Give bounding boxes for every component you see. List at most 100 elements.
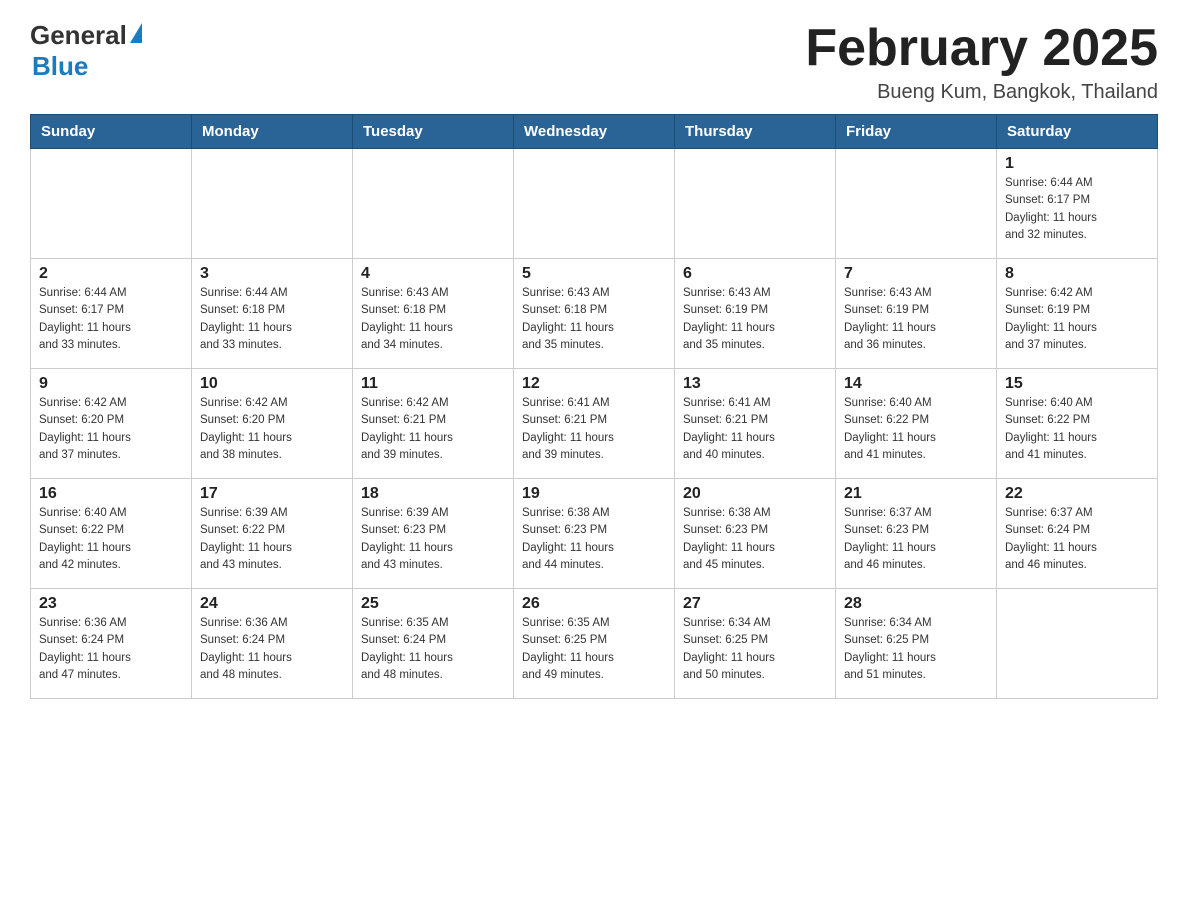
calendar-cell xyxy=(514,149,675,259)
day-number: 25 xyxy=(361,595,505,613)
day-number: 17 xyxy=(200,485,344,503)
calendar-cell: 21 Sunrise: 6:37 AM Sunset: 6:23 PM Dayli… xyxy=(836,479,997,589)
week-row-4: 16Sunrise: 6:40 AM Sunset: 6:22 PM Dayli… xyxy=(31,479,1158,589)
calendar-cell: 3 Sunrise: 6:44 AM Sunset: 6:18 PM Daylig… xyxy=(192,259,353,369)
calendar-cell: 7Sunrise: 6:43 AM Sunset: 6:19 PM Daylig… xyxy=(836,259,997,369)
calendar-cell: 9Sunrise: 6:42 AM Sunset: 6:20 PM Daylig… xyxy=(31,369,192,479)
main-title: February 2025 xyxy=(805,20,1158,77)
day-info: Sunrise: 6:40 AM Sunset: 6:22 PM Dayligh… xyxy=(844,395,988,464)
calendar-cell: 28Sunrise: 6:34 AM Sunset: 6:25 PM Dayli… xyxy=(836,589,997,699)
calendar-cell: 13 Sunrise: 6:41 AM Sunset: 6:21 PM Dayli… xyxy=(675,369,836,479)
calendar-cell: 19 Sunrise: 6:38 AM Sunset: 6:23 PM Dayli… xyxy=(514,479,675,589)
calendar-cell: 6 Sunrise: 6:43 AM Sunset: 6:19 PM Daylig… xyxy=(675,259,836,369)
day-header-sunday: Sunday xyxy=(31,115,192,149)
week-row-3: 9 Sunrise: 6:42 AM Sunset: 6:20 PM Daylig… xyxy=(31,369,1158,479)
location-subtitle: Bueng Kum, Bangkok, Thailand xyxy=(805,81,1158,104)
day-info: Sunrise: 6:40 AM Sunset: 6:22 PM Dayligh… xyxy=(1005,395,1149,464)
day-header-thursday: Thursday xyxy=(675,115,836,149)
logo-general-text: General xyxy=(30,20,127,51)
day-number: 21 xyxy=(844,485,988,503)
day-number: 27 xyxy=(683,595,827,613)
day-number: 2 xyxy=(39,265,183,283)
week-row-2: 2 Sunrise: 6:44 AM Sunset: 6:17 PM Daylig… xyxy=(31,259,1158,369)
logo-triangle-icon xyxy=(130,23,142,43)
calendar-cell: 27 Sunrise: 6:34 AM Sunset: 6:25 PM Dayli… xyxy=(675,589,836,699)
calendar-header-row: SundayMondayTuesdayWednesdayThursdayFrid… xyxy=(31,115,1158,149)
day-info: Sunrise: 6:38 AM Sunset: 6:23 PM Dayligh… xyxy=(522,505,666,574)
day-info: Sunrise: 6:42 AM Sunset: 6:20 PM Dayligh… xyxy=(200,395,344,464)
calendar-cell: 5 Sunrise: 6:43 AM Sunset: 6:18 PM Daylig… xyxy=(514,259,675,369)
day-number: 1 xyxy=(1005,155,1149,173)
calendar-table: SundayMondayTuesdayWednesdayThursdayFrid… xyxy=(30,114,1158,699)
logo: General Blue xyxy=(30,20,142,82)
day-info: Sunrise: 6:44 AM Sunset: 6:17 PM Dayligh… xyxy=(1005,175,1149,244)
calendar-cell: 20 Sunrise: 6:38 AM Sunset: 6:23 PM Dayli… xyxy=(675,479,836,589)
calendar-cell xyxy=(353,149,514,259)
day-info: Sunrise: 6:43 AM Sunset: 6:19 PM Dayligh… xyxy=(683,285,827,354)
day-number: 11 xyxy=(361,375,505,393)
day-number: 19 xyxy=(522,485,666,503)
day-number: 8 xyxy=(1005,265,1149,283)
calendar-cell xyxy=(675,149,836,259)
calendar-cell: 22 Sunrise: 6:37 AM Sunset: 6:24 PM Dayli… xyxy=(997,479,1158,589)
day-info: Sunrise: 6:39 AM Sunset: 6:22 PM Dayligh… xyxy=(200,505,344,574)
day-number: 10 xyxy=(200,375,344,393)
day-header-wednesday: Wednesday xyxy=(514,115,675,149)
day-header-tuesday: Tuesday xyxy=(353,115,514,149)
day-number: 5 xyxy=(522,265,666,283)
day-number: 20 xyxy=(683,485,827,503)
week-row-5: 23 Sunrise: 6:36 AM Sunset: 6:24 PM Dayli… xyxy=(31,589,1158,699)
day-number: 9 xyxy=(39,375,183,393)
day-info: Sunrise: 6:44 AM Sunset: 6:17 PM Dayligh… xyxy=(39,285,183,354)
day-header-friday: Friday xyxy=(836,115,997,149)
day-number: 16 xyxy=(39,485,183,503)
day-number: 26 xyxy=(522,595,666,613)
logo-blue-text: Blue xyxy=(32,51,142,82)
calendar-cell: 17 Sunrise: 6:39 AM Sunset: 6:22 PM Dayli… xyxy=(192,479,353,589)
day-info: Sunrise: 6:37 AM Sunset: 6:23 PM Dayligh… xyxy=(844,505,988,574)
day-info: Sunrise: 6:43 AM Sunset: 6:18 PM Dayligh… xyxy=(361,285,505,354)
day-info: Sunrise: 6:39 AM Sunset: 6:23 PM Dayligh… xyxy=(361,505,505,574)
day-header-saturday: Saturday xyxy=(997,115,1158,149)
day-info: Sunrise: 6:35 AM Sunset: 6:24 PM Dayligh… xyxy=(361,615,505,684)
calendar-cell: 12 Sunrise: 6:41 AM Sunset: 6:21 PM Dayli… xyxy=(514,369,675,479)
day-number: 14 xyxy=(844,375,988,393)
calendar-cell xyxy=(836,149,997,259)
calendar-cell: 4 Sunrise: 6:43 AM Sunset: 6:18 PM Daylig… xyxy=(353,259,514,369)
day-number: 15 xyxy=(1005,375,1149,393)
calendar-cell: 24 Sunrise: 6:36 AM Sunset: 6:24 PM Dayli… xyxy=(192,589,353,699)
day-header-monday: Monday xyxy=(192,115,353,149)
day-info: Sunrise: 6:34 AM Sunset: 6:25 PM Dayligh… xyxy=(683,615,827,684)
page-header: General Blue February 2025 Bueng Kum, Ba… xyxy=(30,20,1158,104)
calendar-cell xyxy=(31,149,192,259)
day-info: Sunrise: 6:36 AM Sunset: 6:24 PM Dayligh… xyxy=(39,615,183,684)
day-info: Sunrise: 6:42 AM Sunset: 6:21 PM Dayligh… xyxy=(361,395,505,464)
day-info: Sunrise: 6:38 AM Sunset: 6:23 PM Dayligh… xyxy=(683,505,827,574)
day-number: 7 xyxy=(844,265,988,283)
day-info: Sunrise: 6:37 AM Sunset: 6:24 PM Dayligh… xyxy=(1005,505,1149,574)
calendar-cell: 2 Sunrise: 6:44 AM Sunset: 6:17 PM Daylig… xyxy=(31,259,192,369)
calendar-cell: 8Sunrise: 6:42 AM Sunset: 6:19 PM Daylig… xyxy=(997,259,1158,369)
day-info: Sunrise: 6:41 AM Sunset: 6:21 PM Dayligh… xyxy=(522,395,666,464)
calendar-cell: 16Sunrise: 6:40 AM Sunset: 6:22 PM Dayli… xyxy=(31,479,192,589)
day-number: 4 xyxy=(361,265,505,283)
week-row-1: 1 Sunrise: 6:44 AM Sunset: 6:17 PM Daylig… xyxy=(31,149,1158,259)
day-number: 22 xyxy=(1005,485,1149,503)
day-number: 23 xyxy=(39,595,183,613)
day-number: 6 xyxy=(683,265,827,283)
day-number: 24 xyxy=(200,595,344,613)
calendar-cell: 14 Sunrise: 6:40 AM Sunset: 6:22 PM Dayli… xyxy=(836,369,997,479)
day-info: Sunrise: 6:36 AM Sunset: 6:24 PM Dayligh… xyxy=(200,615,344,684)
calendar-cell: 1 Sunrise: 6:44 AM Sunset: 6:17 PM Daylig… xyxy=(997,149,1158,259)
calendar-cell: 11 Sunrise: 6:42 AM Sunset: 6:21 PM Dayli… xyxy=(353,369,514,479)
calendar-cell xyxy=(192,149,353,259)
day-number: 28 xyxy=(844,595,988,613)
day-number: 3 xyxy=(200,265,344,283)
day-info: Sunrise: 6:41 AM Sunset: 6:21 PM Dayligh… xyxy=(683,395,827,464)
day-number: 12 xyxy=(522,375,666,393)
day-info: Sunrise: 6:44 AM Sunset: 6:18 PM Dayligh… xyxy=(200,285,344,354)
day-number: 13 xyxy=(683,375,827,393)
calendar-cell: 15 Sunrise: 6:40 AM Sunset: 6:22 PM Dayli… xyxy=(997,369,1158,479)
day-info: Sunrise: 6:43 AM Sunset: 6:18 PM Dayligh… xyxy=(522,285,666,354)
day-info: Sunrise: 6:35 AM Sunset: 6:25 PM Dayligh… xyxy=(522,615,666,684)
